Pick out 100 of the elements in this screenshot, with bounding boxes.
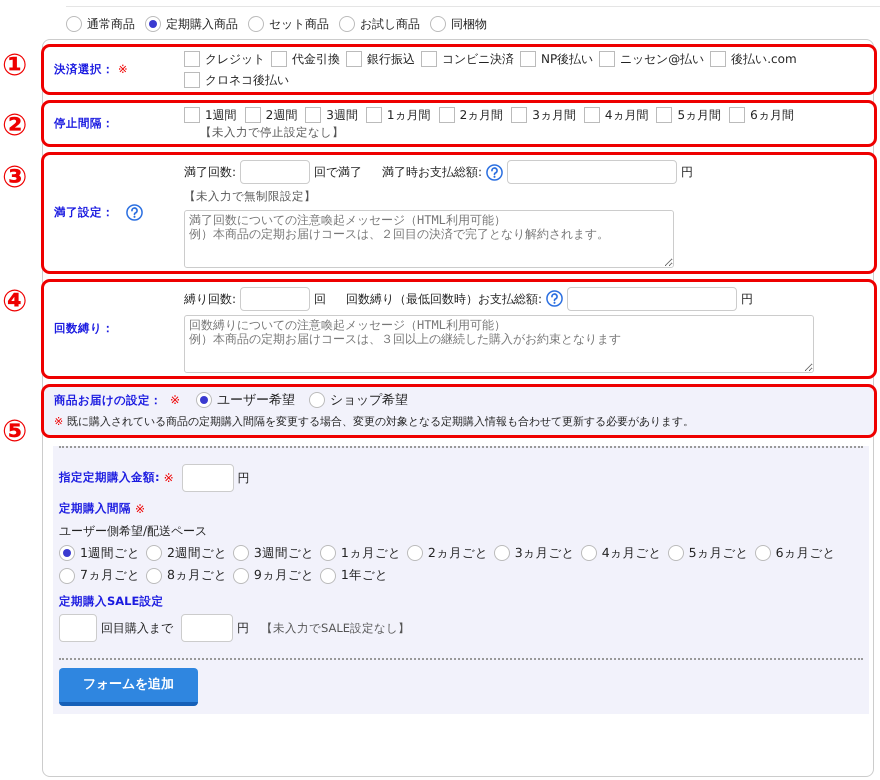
checkbox-label[interactable]: 4ヵ月間 — [604, 106, 648, 124]
help-icon[interactable] — [486, 164, 504, 181]
checkbox-label[interactable]: 1週間 — [205, 106, 237, 124]
radio-label[interactable]: ユーザー希望 — [217, 390, 296, 410]
checkbox-label[interactable]: 6ヵ月間 — [750, 106, 794, 124]
checkbox[interactable] — [366, 107, 382, 123]
checkbox[interactable] — [438, 107, 455, 123]
checkbox-label[interactable]: 1ヵ月間 — [386, 106, 431, 124]
section-number: ④ — [2, 287, 28, 317]
required-mark: ※ — [118, 60, 128, 78]
radio-label[interactable]: 1週間ごと — [80, 544, 140, 562]
radio-button[interactable] — [146, 544, 162, 561]
checkbox-label[interactable]: コンビニ決済 — [442, 50, 514, 68]
radio-label[interactable]: 5ヵ月ごと — [688, 544, 749, 562]
field-suffix: 回で満了 — [314, 164, 362, 182]
checkbox-label[interactable]: 3ヵ月間 — [532, 106, 576, 124]
message-field[interactable]: 満了回数についての注意喚起メッセージ（HTML利用可能） 例）本商品の定期お届けコースは、２回目の決済で完了となり解約されます。 — [184, 210, 674, 268]
radio-button[interactable] — [309, 392, 326, 408]
checkbox-label[interactable]: 3週間 — [326, 106, 358, 124]
radio-label[interactable]: 1年ごと — [340, 566, 388, 585]
radio-label[interactable]: 4ヵ月ごと — [602, 544, 662, 562]
required-mark: ※ — [170, 392, 180, 410]
checkbox[interactable] — [305, 107, 322, 123]
radio-button[interactable] — [59, 568, 75, 584]
radio-label[interactable]: 7ヵ月ごと — [80, 566, 140, 585]
radio-label[interactable]: セット商品 — [269, 15, 329, 33]
checkbox[interactable] — [184, 72, 200, 88]
checkbox[interactable] — [184, 51, 200, 67]
checkbox-label[interactable]: 2ヵ月間 — [460, 106, 504, 124]
radio-button[interactable] — [339, 16, 355, 32]
checkbox[interactable] — [184, 107, 200, 123]
checkbox-label[interactable]: クレジット — [205, 50, 265, 68]
price-input[interactable] — [181, 614, 233, 642]
checkbox-label[interactable]: 2週間 — [266, 106, 298, 124]
count-input[interactable] — [240, 160, 310, 184]
radio-button[interactable] — [754, 544, 771, 561]
checkbox[interactable] — [656, 107, 672, 123]
radio-label[interactable]: 6ヵ月ごと — [776, 544, 836, 562]
radio-button[interactable] — [320, 568, 336, 584]
field-label: 決済選択： — [54, 60, 114, 78]
checkbox[interactable] — [271, 51, 287, 67]
checkbox-label[interactable]: 後払い.com — [731, 50, 797, 68]
radio-button[interactable] — [66, 16, 82, 32]
radio-label[interactable]: 同梱物 — [451, 15, 487, 33]
radio-label[interactable]: 定期購入商品 — [166, 15, 238, 33]
radio-label[interactable]: 1ヵ月ごと — [340, 544, 401, 562]
radio-button[interactable] — [406, 544, 423, 561]
radio-button[interactable] — [196, 392, 212, 408]
radio-label[interactable]: ショップ希望 — [330, 390, 408, 410]
total-input[interactable] — [507, 160, 678, 184]
checkbox[interactable] — [244, 107, 261, 123]
add-form-button[interactable]: フォームを追加 — [59, 668, 198, 706]
required-mark: ※ — [164, 470, 174, 486]
radio-label[interactable]: 9ヵ月ごと — [254, 566, 314, 585]
radio-label[interactable]: 2ヵ月ごと — [428, 544, 488, 562]
checkbox[interactable] — [710, 51, 726, 67]
radio-label[interactable]: お試し商品 — [360, 15, 420, 33]
checkbox-label[interactable]: 銀行振込 — [367, 50, 415, 68]
required-mark: ※ — [54, 414, 64, 430]
radio-label[interactable]: 2週間ごと — [166, 544, 227, 562]
checkbox-label[interactable]: クロネコ後払い — [205, 71, 289, 89]
help-icon[interactable] — [126, 204, 143, 222]
radio-button[interactable] — [232, 544, 249, 561]
field-suffix: 回 — [314, 290, 326, 308]
checkbox[interactable] — [729, 107, 746, 123]
radio-button[interactable] — [145, 16, 161, 32]
section-number: ① — [2, 51, 28, 81]
checkbox[interactable] — [599, 51, 616, 67]
checkbox[interactable] — [584, 107, 600, 123]
radio-label[interactable]: 8ヵ月ごと — [166, 566, 227, 585]
radio-button[interactable] — [59, 544, 75, 561]
radio-button[interactable] — [494, 544, 510, 561]
checkbox-label[interactable]: 代金引換 — [292, 50, 340, 68]
radio-button[interactable] — [430, 16, 446, 32]
radio-button[interactable] — [146, 568, 162, 584]
radio-button[interactable] — [580, 544, 597, 561]
field-suffix: 円 — [237, 620, 249, 638]
field-label: 定期購入間隔 — [59, 500, 131, 516]
help-icon[interactable] — [546, 290, 564, 307]
radio-label[interactable]: 3ヵ月ごと — [514, 544, 575, 562]
checkbox[interactable] — [346, 51, 362, 67]
checkbox-label[interactable]: NP後払い — [541, 50, 594, 68]
radio-label[interactable]: 通常商品 — [87, 15, 135, 33]
checkbox[interactable] — [511, 107, 528, 123]
count-input[interactable] — [59, 614, 97, 642]
checkbox-label[interactable]: ニッセン@払い — [620, 50, 704, 68]
radio-label[interactable]: 3週間ごと — [254, 544, 314, 562]
radio-button[interactable] — [232, 568, 249, 584]
radio-button[interactable] — [320, 544, 336, 561]
message-field[interactable]: 回数縛りについての注意喚起メッセージ（HTML利用可能） 例）本商品の定期お届けコースは、３回以上の継続した購入がお約束となります — [184, 314, 814, 372]
radio-button[interactable] — [668, 544, 684, 561]
hint-text: 【未入力でSALE設定なし】 — [261, 620, 410, 637]
total-input[interactable] — [567, 286, 738, 310]
checkbox[interactable] — [421, 51, 437, 67]
count-input[interactable] — [240, 286, 310, 310]
checkbox[interactable] — [520, 51, 536, 67]
radio-button[interactable] — [248, 16, 264, 32]
amount-input[interactable] — [182, 464, 234, 492]
field-suffix: 円 — [238, 470, 250, 486]
checkbox-label[interactable]: 5ヵ月間 — [677, 106, 722, 124]
